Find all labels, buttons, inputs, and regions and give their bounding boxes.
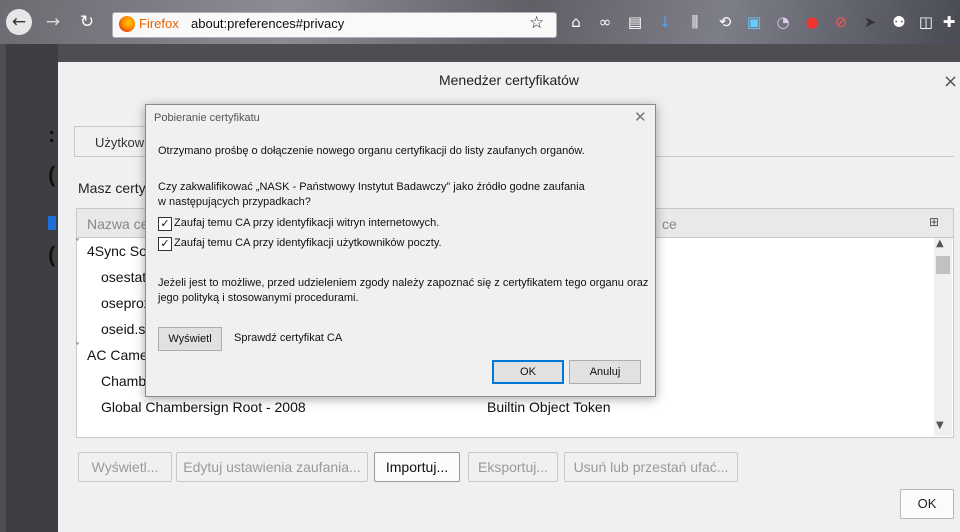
dialog-advice-line2: jego polityką i stosowanymi procedurami. <box>158 292 359 304</box>
tree-scrollbar[interactable]: ▲ ▼ <box>934 238 952 436</box>
tab-label: Użytkow <box>95 135 145 150</box>
tree-row[interactable]: Global Chambersign Root - 2008 Builtin Ob… <box>77 394 932 420</box>
dialog-message: Otrzymano prośbę o dołączenie nowego org… <box>158 145 585 157</box>
download-certificate-dialog: Pobieranie certyfikatu ✕ Otrzymano prośb… <box>145 104 656 397</box>
puzzle-icon[interactable]: ✚ <box>940 13 958 31</box>
view-ca-button[interactable]: Wyświetl <box>158 327 222 351</box>
bg-lock-icon <box>48 216 56 230</box>
row-name: 4Sync So <box>87 243 147 259</box>
row-name: AC Came <box>87 347 148 363</box>
sidebar-icon[interactable]: ◫ <box>917 13 935 31</box>
intro-text: Masz certy <box>78 180 146 196</box>
scroll-thumb[interactable] <box>936 256 950 274</box>
trust-websites-label[interactable]: Zaufaj temu CA przy identyfikacji witryn… <box>174 215 439 231</box>
browser-toolbar: ← → ↻ Firefox about:preferences#privacy … <box>0 0 960 44</box>
row-name: osestat <box>101 269 147 285</box>
export-button[interactable]: Eksportuj... <box>468 452 558 482</box>
history-icon[interactable]: ⟲ <box>716 13 734 31</box>
dialog-cancel-button[interactable]: Anuluj <box>569 360 641 384</box>
chevron-down-icon[interactable]: ˅ <box>75 238 80 249</box>
bg-glyph: : <box>48 122 56 147</box>
translate-icon[interactable]: ▣ <box>745 13 763 31</box>
scroll-down-icon[interactable]: ▼ <box>936 420 944 431</box>
row-token: Builtin Object Token <box>487 399 611 415</box>
url-bar[interactable]: Firefox about:preferences#privacy ☆ <box>112 12 557 38</box>
container-icon[interactable]: ⚉ <box>890 13 908 31</box>
dialog-question-line2: w następujących przypadkach? <box>158 196 311 208</box>
firefox-logo-icon <box>119 16 135 32</box>
window-title: Menedżer certyfikatów <box>438 72 580 88</box>
page-side-panel: : ( ( <box>6 44 58 532</box>
dialog-ok-button[interactable]: OK <box>492 360 564 384</box>
back-icon[interactable]: ← <box>6 9 32 35</box>
view-ca-label: Sprawdź certyfikat CA <box>234 332 343 344</box>
delete-distrust-button[interactable]: Usuń lub przestań ufać... <box>564 452 738 482</box>
forward-icon[interactable]: → <box>40 9 66 35</box>
ok-button[interactable]: OK <box>900 489 954 519</box>
column-header-token[interactable]: ce <box>662 216 677 232</box>
scroll-up-icon[interactable]: ▲ <box>936 238 944 249</box>
pocket-icon[interactable]: ∞ <box>596 13 614 31</box>
home-icon[interactable]: ⌂ <box>567 13 585 31</box>
row-name: Global Chambersign Root - 2008 <box>101 399 306 415</box>
library-icon[interactable]: ⫼ <box>686 13 704 31</box>
blocker-icon[interactable]: ⊘ <box>832 13 850 31</box>
print-icon[interactable]: ▤ <box>626 13 644 31</box>
column-header-name[interactable]: Nazwa ce <box>87 216 148 232</box>
chevron-down-icon[interactable]: ˅ <box>75 342 80 353</box>
dialog-advice-line1: Jeżeli jest to możliwe, przed udzielenie… <box>158 277 649 289</box>
bookmark-star-icon[interactable]: ☆ <box>529 13 544 33</box>
column-picker-icon[interactable]: ⊞ <box>929 215 939 229</box>
close-icon[interactable]: × <box>943 71 958 92</box>
view-button[interactable]: Wyświetl... <box>78 452 172 482</box>
download-icon[interactable]: ↓ <box>656 13 674 31</box>
edit-trust-button[interactable]: Edytuj ustawienia zaufania... <box>176 452 368 482</box>
bg-glyph: ( <box>48 162 56 187</box>
extension-icon[interactable]: ◔ <box>774 13 792 31</box>
trust-email-label[interactable]: Zaufaj temu CA przy identyfikacji użytko… <box>174 235 442 251</box>
row-name: oseprox <box>101 295 151 311</box>
dialog-close-icon[interactable]: ✕ <box>634 108 647 126</box>
trust-email-checkbox[interactable]: ✓ <box>158 237 172 251</box>
trust-websites-checkbox[interactable]: ✓ <box>158 217 172 231</box>
browser-brand-label: Firefox <box>139 16 179 31</box>
bg-glyph: ( <box>48 242 56 267</box>
dialog-question-line1: Czy zakwalifikować „NASK - Państwowy Ins… <box>158 181 585 193</box>
reload-icon[interactable]: ↻ <box>74 9 100 35</box>
import-button[interactable]: Importuj... <box>374 452 460 482</box>
shield-icon[interactable]: ● <box>803 13 821 31</box>
arrow-ext-icon[interactable]: ➤ <box>861 13 879 31</box>
dialog-title: Pobieranie certyfikatu <box>154 112 260 124</box>
url-text[interactable]: about:preferences#privacy <box>191 16 344 31</box>
